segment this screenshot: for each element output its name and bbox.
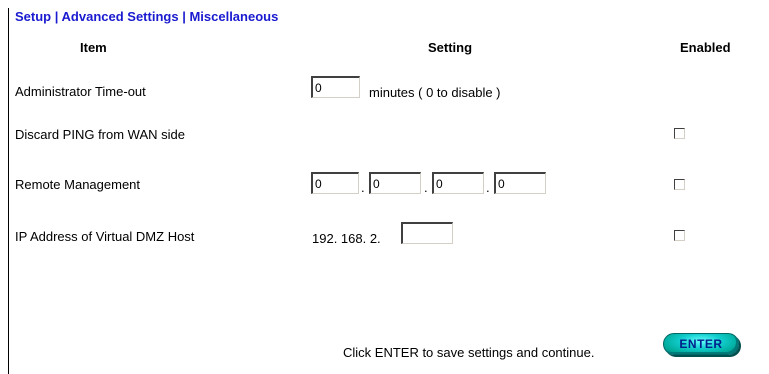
ip-dot: . — [361, 180, 365, 195]
discard-ping-label: Discard PING from WAN side — [15, 127, 185, 142]
enter-button[interactable]: ENTER — [663, 333, 739, 355]
ip-dot: . — [424, 180, 428, 195]
dmz-host-input[interactable] — [401, 222, 453, 244]
page: Setup | Advanced Settings | Miscellaneou… — [0, 0, 769, 374]
remote-ip-octet-2[interactable]: 0 — [369, 172, 421, 194]
dmz-host-checkbox[interactable] — [674, 230, 685, 241]
save-instructions: Click ENTER to save settings and continu… — [343, 345, 595, 360]
remote-ip-octet-4[interactable]: 0 — [494, 172, 546, 194]
admin-timeout-input[interactable]: 0 — [311, 76, 360, 98]
remote-ip-octet-1[interactable]: 0 — [311, 172, 359, 194]
discard-ping-checkbox[interactable] — [674, 128, 685, 139]
ip-dot: . — [486, 180, 490, 195]
breadcrumb-miscellaneous[interactable]: Miscellaneous — [189, 9, 278, 24]
remote-ip-octet-3[interactable]: 0 — [432, 172, 484, 194]
column-header-enabled: Enabled — [680, 40, 731, 55]
breadcrumb-advanced-settings[interactable]: Advanced Settings — [62, 9, 179, 24]
admin-timeout-hint: minutes ( 0 to disable ) — [369, 85, 501, 100]
column-header-setting: Setting — [428, 40, 473, 55]
dmz-host-label: IP Address of Virtual DMZ Host — [15, 229, 195, 244]
remote-management-checkbox[interactable] — [674, 179, 685, 190]
breadcrumb: Setup | Advanced Settings | Miscellaneou… — [15, 9, 278, 24]
breadcrumb-separator: | — [182, 9, 186, 24]
breadcrumb-separator: | — [54, 9, 59, 24]
left-divider — [8, 8, 9, 374]
breadcrumb-setup[interactable]: Setup — [15, 9, 51, 24]
remote-management-label: Remote Management — [15, 177, 141, 192]
column-header-item: Item — [80, 40, 107, 55]
admin-timeout-label: Administrator Time-out — [15, 84, 146, 99]
dmz-ip-prefix: 192. 168. 2. — [312, 231, 381, 246]
